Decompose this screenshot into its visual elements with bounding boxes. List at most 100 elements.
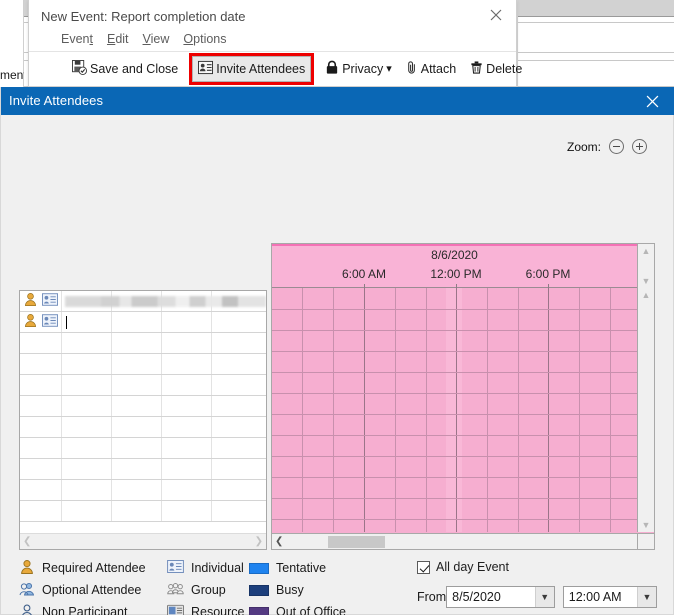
schedule-date: 8/6/2020 xyxy=(431,248,478,262)
dialog-title: Invite Attendees xyxy=(9,93,104,108)
chevron-left-icon[interactable]: ❮ xyxy=(23,536,31,547)
required-attendee-icon xyxy=(23,292,38,310)
invite-attendees-button[interactable]: Invite Attendees xyxy=(189,53,315,85)
attendee-list[interactable]: ❮ ❯ xyxy=(19,290,267,550)
zoom-in-icon[interactable] xyxy=(632,139,647,154)
schedule-time-axis: 6:00 AM 12:00 PM 6:00 PM xyxy=(272,267,637,291)
event-toolbar: Save and Close Invite Attendees Privacy … xyxy=(29,51,522,86)
from-date-field[interactable]: 8/5/2020 ▼ xyxy=(446,586,555,608)
legend-label: Group xyxy=(191,583,226,597)
menu-item-view[interactable]: View xyxy=(143,32,170,46)
attendee-rows xyxy=(20,291,266,532)
status-swatch-out-of-office xyxy=(249,606,269,615)
close-icon[interactable] xyxy=(482,4,510,26)
legend-label: Optional Attendee xyxy=(42,583,142,597)
required-attendee-icon xyxy=(19,559,35,578)
close-icon[interactable] xyxy=(637,87,667,115)
optional-attendee-icon xyxy=(19,581,35,600)
group-icon xyxy=(167,582,184,599)
schedule-grid[interactable]: 8/6/2020 6:00 AM 12:00 PM 6:00 PM ▲ ▼ ▲ … xyxy=(271,243,655,550)
legend-item: Tentative xyxy=(249,557,358,579)
table-row[interactable] xyxy=(20,354,266,375)
attendee-name-redacted xyxy=(65,295,266,307)
chevron-up-icon[interactable]: ▲ xyxy=(642,290,651,300)
table-row[interactable] xyxy=(20,396,266,417)
status-swatch-tentative xyxy=(249,562,269,574)
chevron-down-icon[interactable]: ▼ xyxy=(642,276,651,286)
table-row[interactable] xyxy=(20,501,266,522)
table-row[interactable] xyxy=(20,438,266,459)
chevron-up-icon[interactable]: ▲ xyxy=(642,246,651,256)
background-left-pane: ment xyxy=(0,0,24,95)
scrollbar-thumb[interactable] xyxy=(328,536,385,548)
legend-item: Required Attendee xyxy=(19,557,146,579)
legend-item: Non Participant xyxy=(19,601,146,615)
invite-attendees-label: Invite Attendees xyxy=(216,62,306,76)
privacy-label: Privacy xyxy=(342,62,384,76)
table-row[interactable] xyxy=(20,291,266,312)
legend-item: Group xyxy=(167,579,245,601)
legend-attendee-types: Required Attendee Optional Attendee Non … xyxy=(19,557,146,615)
time-label: 6:00 PM xyxy=(525,267,571,281)
chevron-down-icon[interactable]: ▼ xyxy=(534,587,554,607)
trash-icon xyxy=(470,60,483,78)
resource-icon xyxy=(167,604,184,615)
table-row[interactable] xyxy=(20,333,266,354)
table-row[interactable] xyxy=(20,375,266,396)
chevron-down-icon[interactable]: ▼ xyxy=(637,587,656,607)
all-day-event-checkbox[interactable] xyxy=(417,560,430,574)
legend-item: Resource xyxy=(167,601,245,615)
from-row: From 8/5/2020 ▼ 12:00 AM ▼ xyxy=(417,586,657,608)
save-disk-icon xyxy=(72,60,87,78)
individual-icon xyxy=(167,560,184,576)
paperclip-icon xyxy=(406,60,418,78)
table-row[interactable] xyxy=(20,459,266,480)
legend-label: Required Attendee xyxy=(42,561,146,575)
menu-item-edit[interactable]: Edit xyxy=(107,32,129,46)
delete-button[interactable]: Delete xyxy=(465,56,527,82)
required-attendee-icon xyxy=(23,313,38,331)
delete-label: Delete xyxy=(486,62,523,76)
schedule-header-scrollbar[interactable]: ▲ ▼ xyxy=(637,244,654,288)
schedule-body[interactable] xyxy=(272,288,637,532)
from-time-field[interactable]: 12:00 AM ▼ xyxy=(562,586,657,608)
dialog-title-bar: Invite Attendees xyxy=(1,87,674,115)
status-swatch-busy xyxy=(249,584,269,596)
legend-label: Individual xyxy=(191,561,244,575)
contact-card-icon xyxy=(198,60,214,78)
table-row[interactable] xyxy=(20,480,266,501)
table-row[interactable] xyxy=(20,417,266,438)
new-event-window: New Event: Report completion date Event … xyxy=(28,0,522,87)
scrollbar-corner xyxy=(637,533,654,549)
save-and-close-button[interactable]: Save and Close xyxy=(67,56,183,82)
all-day-event-row[interactable]: All day Event xyxy=(417,557,657,577)
legend-item: Out of Office xyxy=(249,601,358,615)
attach-button[interactable]: Attach xyxy=(401,56,461,82)
privacy-button[interactable]: Privacy ▾ xyxy=(320,56,397,82)
event-menu-bar: Event Edit View Options xyxy=(29,28,516,50)
menu-item-options[interactable]: Options xyxy=(183,32,226,46)
chevron-right-icon[interactable]: ❯ xyxy=(255,536,263,547)
table-row[interactable] xyxy=(20,312,266,333)
from-time-value: 12:00 AM xyxy=(568,590,622,604)
menu-item-event[interactable]: Event xyxy=(61,32,93,46)
chevron-down-icon[interactable]: ▼ xyxy=(642,520,651,530)
non-participant-icon xyxy=(19,603,35,615)
schedule-vertical-scrollbar[interactable]: ▲ ▼ xyxy=(637,288,654,532)
legend-entity-types: Individual Group Resource xyxy=(167,557,245,615)
chevron-down-icon: ▾ xyxy=(386,62,392,75)
legend-item: Busy xyxy=(249,579,358,601)
chevron-left-icon[interactable]: ❮ xyxy=(275,536,283,547)
zoom-control: Zoom: xyxy=(567,139,647,154)
all-day-event-label: All day Event xyxy=(436,560,509,574)
attendee-list-scrollbar[interactable]: ❮ ❯ xyxy=(20,533,266,549)
from-date-value: 8/5/2020 xyxy=(452,590,501,604)
individual-icon xyxy=(42,293,58,309)
text-cursor xyxy=(66,315,67,329)
zoom-out-icon[interactable] xyxy=(609,139,624,154)
invite-attendees-dialog: Invite Attendees Zoom: ❮ ❯ 8/6/2020 6:00… xyxy=(0,87,674,615)
zoom-label: Zoom: xyxy=(566,139,601,154)
background-left-label: ment xyxy=(0,68,24,82)
schedule-horizontal-scrollbar[interactable]: ❮ ❯ xyxy=(272,533,654,549)
attach-label: Attach xyxy=(420,62,457,76)
